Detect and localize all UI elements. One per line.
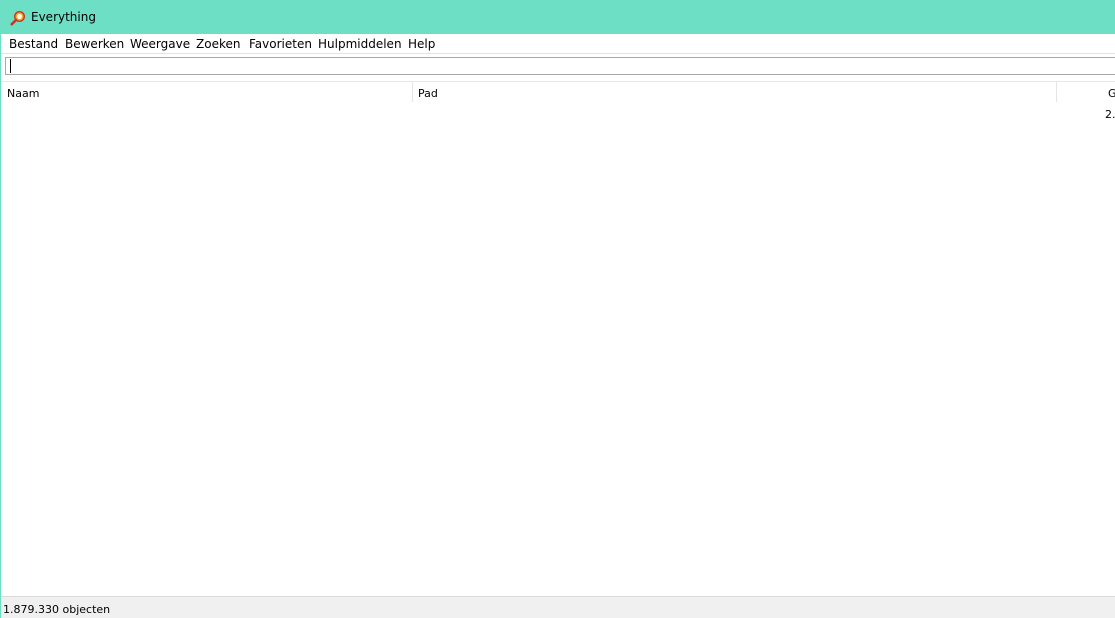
column-header-size[interactable]: G bbox=[1108, 87, 1115, 100]
menu-bar: Bestand Bewerken Weergave Zoeken Favorie… bbox=[1, 34, 1115, 53]
menu-item-help[interactable]: Help bbox=[408, 37, 435, 51]
column-header-name[interactable]: Naam bbox=[7, 87, 39, 100]
status-object-count: 1.879.330 objecten bbox=[3, 603, 111, 616]
cell-size: 2. bbox=[1105, 108, 1115, 121]
results-header: Naam Pad G bbox=[1, 81, 1115, 102]
window-title: Everything bbox=[31, 10, 96, 24]
menu-item-bestand[interactable]: Bestand bbox=[9, 37, 58, 51]
search-bar bbox=[1, 53, 1115, 79]
title-bar[interactable]: Everything bbox=[1, 0, 1115, 34]
text-caret bbox=[10, 59, 11, 73]
results-list[interactable]: 2. bbox=[1, 102, 1115, 596]
menu-item-favorieten[interactable]: Favorieten bbox=[249, 37, 312, 51]
app-window: Everything Bestand Bewerken Weergave Zoe… bbox=[0, 0, 1115, 618]
column-divider[interactable] bbox=[1056, 82, 1057, 102]
menu-item-zoeken[interactable]: Zoeken bbox=[196, 37, 240, 51]
column-divider[interactable] bbox=[412, 82, 413, 102]
menu-item-hulpmiddelen[interactable]: Hulpmiddelen bbox=[318, 37, 402, 51]
menu-item-weergave[interactable]: Weergave bbox=[130, 37, 190, 51]
search-input[interactable] bbox=[5, 57, 1115, 75]
magnifier-icon bbox=[10, 10, 26, 26]
column-header-path[interactable]: Pad bbox=[418, 87, 438, 100]
menu-item-bewerken[interactable]: Bewerken bbox=[65, 37, 124, 51]
status-bar: 1.879.330 objecten bbox=[1, 596, 1115, 618]
